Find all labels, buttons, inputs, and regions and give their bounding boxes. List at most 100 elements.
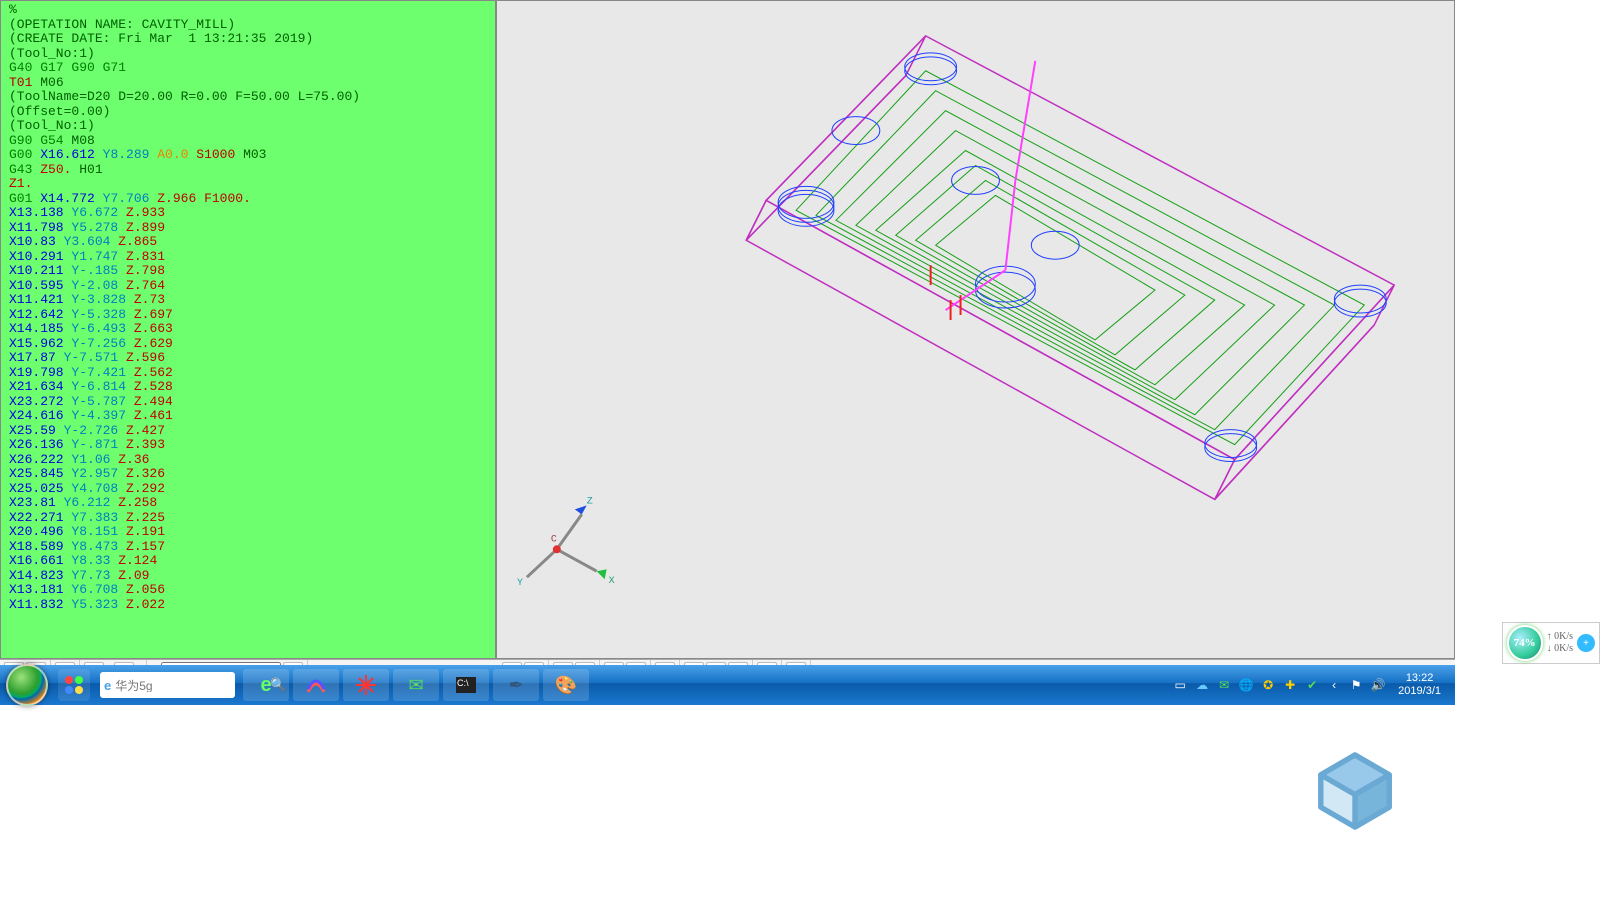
gcode-token: X17.87 <box>9 350 64 365</box>
task-feather[interactable]: ✒ <box>493 669 539 701</box>
gcode-token: X13.138 <box>9 205 71 220</box>
gcode-token: X25.59 <box>9 423 64 438</box>
axis-y-label: Y <box>517 577 523 588</box>
tray-icon-plus[interactable]: ✚ <box>1282 677 1298 693</box>
gcode-token: % <box>9 2 17 17</box>
gcode-line: X23.81 Y6.212 Z.258 <box>9 496 487 511</box>
feather-icon: ✒ <box>508 675 523 696</box>
tray-icon-wechat[interactable]: ✉ <box>1216 677 1232 693</box>
gcode-token: X11.832 <box>9 597 71 612</box>
gcode-token: (ToolName=D20 D=20.00 R=0.00 F=50.00 L=7… <box>9 89 360 104</box>
gcode-token: Z.966 <box>157 191 204 206</box>
gcode-token: Z.865 <box>118 234 157 249</box>
ie-icon: e <box>260 674 271 697</box>
gcode-token: X16.612 <box>40 147 102 162</box>
task-app-2[interactable] <box>343 669 389 701</box>
gcode-token: Y5.323 <box>71 597 126 612</box>
task-app-1[interactable] <box>293 669 339 701</box>
tray-icon-cloud[interactable]: ☁ <box>1194 677 1210 693</box>
gcode-token: Z.933 <box>126 205 165 220</box>
gcode-token: Y5.278 <box>71 220 126 235</box>
gcode-token: X10.211 <box>9 263 71 278</box>
task-ie[interactable]: e <box>243 669 289 701</box>
gcode-line: X26.136 Y-.871 Z.393 <box>9 438 487 453</box>
gcode-token: H01 <box>79 162 102 177</box>
gcode-token: Z.427 <box>126 423 165 438</box>
tray-icon-1[interactable]: ▭ <box>1172 677 1188 693</box>
gcode-token: Y8.289 <box>103 147 158 162</box>
tray-icon-check[interactable]: ✔ <box>1304 677 1320 693</box>
gcode-token: Y1.747 <box>71 249 126 264</box>
tray-icon-volume[interactable]: 🔊 <box>1370 677 1386 693</box>
gcode-token: (Offset=0.00) <box>9 104 110 119</box>
task-paint[interactable]: 🎨 <box>543 669 589 701</box>
gcode-token: X20.496 <box>9 524 71 539</box>
gcode-token: Y3.604 <box>64 234 119 249</box>
gcode-token: Y7.383 <box>71 510 126 525</box>
gcode-token: X23.272 <box>9 394 71 409</box>
gcode-token: Z.73 <box>134 292 165 307</box>
gcode-line: % <box>9 3 487 18</box>
quick-launch-1[interactable] <box>58 669 90 701</box>
gcode-token: Y-6.493 <box>71 321 133 336</box>
axis-z-label: Z <box>587 495 593 506</box>
gcode-token: Z.764 <box>126 278 165 293</box>
gcode-line: X10.211 Y-.185 Z.798 <box>9 264 487 279</box>
tray-icon-flag[interactable]: ⚑ <box>1348 677 1364 693</box>
tray-icon-shield[interactable]: ✪ <box>1260 677 1276 693</box>
gcode-line: X13.181 Y6.708 Z.056 <box>9 583 487 598</box>
gcode-token: Z.225 <box>126 510 165 525</box>
gcode-panel[interactable]: %(OPETATION NAME: CAVITY_MILL)(CREATE DA… <box>1 1 495 658</box>
gcode-token: G01 <box>9 191 40 206</box>
gcode-token: X10.595 <box>9 278 71 293</box>
gcode-token: Z.798 <box>126 263 165 278</box>
gcode-line: X11.798 Y5.278 Z.899 <box>9 221 487 236</box>
gcode-line: X10.291 Y1.747 Z.831 <box>9 250 487 265</box>
gcode-token: Z.393 <box>126 437 165 452</box>
gcode-token: G00 <box>9 147 40 162</box>
gcode-token: Y8.151 <box>71 524 126 539</box>
gcode-token: X10.83 <box>9 234 64 249</box>
gcode-token: S1000 <box>196 147 243 162</box>
gcode-token: Z50. <box>40 162 79 177</box>
gcode-token: X18.589 <box>9 539 71 554</box>
gcode-line: X19.798 Y-7.421 Z.562 <box>9 366 487 381</box>
gcode-token: X23.81 <box>9 495 64 510</box>
tray-icon-globe[interactable]: 🌐 <box>1238 677 1254 693</box>
gcode-token: Y6.672 <box>71 205 126 220</box>
network-monitor-badge[interactable]: 74% ↑ 0K/s ↓ 0K/s + <box>1502 622 1600 664</box>
gcode-token: X24.616 <box>9 408 71 423</box>
gcode-token: Y7.73 <box>71 568 118 583</box>
taskbar-clock[interactable]: 13:22 2019/3/1 <box>1392 672 1447 698</box>
gcode-line: X17.87 Y-7.571 Z.596 <box>9 351 487 366</box>
gcode-token: (Tool_No:1) <box>9 118 95 133</box>
plus-icon[interactable]: + <box>1577 634 1595 652</box>
gcode-line: X14.823 Y7.73 Z.09 <box>9 569 487 584</box>
tray-icon-chevron[interactable]: ‹ <box>1326 677 1342 693</box>
gcode-line: X12.642 Y-5.328 Z.697 <box>9 308 487 323</box>
gcode-line: T01 M06 <box>9 76 487 91</box>
gcode-token: X10.291 <box>9 249 71 264</box>
task-wechat[interactable]: ✉ <box>393 669 439 701</box>
swoosh-icon <box>305 674 327 696</box>
gcode-token: Z.562 <box>134 365 173 380</box>
gcode-line: X11.421 Y-3.828 Z.73 <box>9 293 487 308</box>
gcode-token: Z.494 <box>134 394 173 409</box>
gcode-line: (OPETATION NAME: CAVITY_MILL) <box>9 18 487 33</box>
gcode-token: X12.642 <box>9 307 71 322</box>
gcode-token: Z.191 <box>126 524 165 539</box>
3d-view-panel[interactable]: X Y Z C <box>495 1 1454 658</box>
gcode-token: Y8.473 <box>71 539 126 554</box>
gcode-token: Y2.957 <box>71 466 126 481</box>
gcode-token: Y-4.397 <box>71 408 133 423</box>
gcode-token: Z1. <box>9 176 32 191</box>
task-cmd[interactable]: C:\ <box>443 669 489 701</box>
start-button[interactable] <box>6 664 48 706</box>
gcode-token: X14.772 <box>40 191 102 206</box>
gcode-token: Y6.212 <box>64 495 119 510</box>
gcode-token: Y-.185 <box>71 263 126 278</box>
taskbar-search[interactable]: e 🔍 <box>100 672 235 698</box>
snowflake-icon <box>356 675 376 695</box>
gcode-token: X11.798 <box>9 220 71 235</box>
gcode-line: (Tool_No:1) <box>9 47 487 62</box>
